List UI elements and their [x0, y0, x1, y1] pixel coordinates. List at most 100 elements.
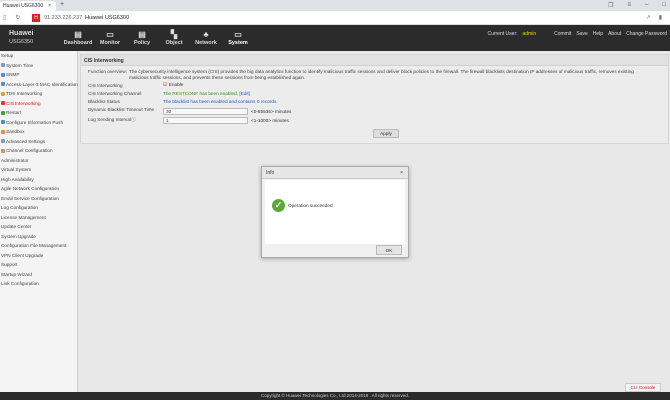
sidebar-item-snmp[interactable]: SNMP	[0, 70, 77, 80]
sidebar-item-channel-configuration[interactable]: Channel Configuration	[0, 146, 77, 156]
sidebar-item-tds-interworking[interactable]: TDS Interworking	[0, 89, 77, 99]
bookmark-icon[interactable]: ▯	[3, 14, 6, 21]
sidebar-item-system-upgrade[interactable]: System Upgrade	[0, 232, 77, 242]
sidebar-item-startup-wizard[interactable]: Startup Wizard	[0, 270, 77, 280]
help-icon[interactable]: ⓘ	[131, 117, 136, 122]
enable-checkbox[interactable]: ☑	[163, 82, 167, 88]
blacklist-status: The blacklist has been enabled and conta…	[163, 99, 278, 104]
sidebar-item-cis-interworking[interactable]: CIS Interworking	[0, 99, 77, 109]
sidebar-item-label: Log Configuration	[1, 205, 39, 210]
about-link[interactable]: About	[608, 31, 621, 37]
timeout-input[interactable]: 30	[163, 108, 248, 115]
sidebar-item-link-configuration[interactable]: Link Configuration	[0, 279, 77, 289]
sidebar-item-administrator[interactable]: Administrator	[0, 156, 77, 166]
sidebar-item-label: System Time	[6, 62, 34, 68]
sidebar-item-label: TDS Interworking	[6, 91, 43, 96]
new-tab-button[interactable]: +	[60, 1, 64, 8]
sidebar-item-label: Support	[1, 262, 18, 267]
nav-system[interactable]: ▭ System	[222, 29, 254, 46]
nav-policy[interactable]: ▤ Policy	[126, 29, 158, 46]
nav-network[interactable]: ♣ Network	[190, 29, 222, 46]
browser-tab-bar: Huawei USG6300 × + ❐ ≡ – □	[0, 0, 670, 11]
tabs-icon[interactable]: ❐	[608, 2, 613, 9]
nav-label: Object	[165, 40, 183, 46]
sidebar-item-virtual-system[interactable]: Virtual System	[0, 165, 77, 175]
sidebar-item-icon	[1, 101, 5, 106]
favicon: H	[32, 14, 40, 22]
sidebar-item-agile-network-configuration[interactable]: Agile Network Configuration	[0, 184, 77, 194]
sidebar-item-system-time[interactable]: System Time	[0, 61, 77, 71]
url-field[interactable]: 91.233.226.237	[44, 15, 82, 21]
sidebar-item-sandbox[interactable]: Sandbox	[0, 127, 77, 137]
save-link[interactable]: Save	[576, 31, 587, 37]
sidebar-item-configuration-file-management[interactable]: Configuration File Management	[0, 241, 77, 251]
close-icon[interactable]: ×	[400, 170, 403, 176]
commit-link[interactable]: Commit	[554, 31, 571, 37]
current-user-label: Current User:	[487, 31, 518, 37]
success-check-icon: ✓	[272, 199, 285, 212]
share-icon[interactable]: ↗	[646, 14, 651, 21]
sidebar-item-update-center[interactable]: Update Center	[0, 222, 77, 232]
close-tab-icon[interactable]: ×	[48, 3, 51, 9]
blacklist-label: Blacklist Status	[88, 99, 120, 104]
dialog-title: Info	[262, 167, 408, 179]
sidebar-item-icon	[1, 110, 5, 115]
sidebar-item-support[interactable]: Support	[0, 260, 77, 270]
sidebar-item-high-availability[interactable]: High Availability	[0, 175, 77, 185]
sidebar-item-log-configuration[interactable]: Log Configuration	[0, 203, 77, 213]
browser-tab[interactable]: Huawei USG6300 ×	[0, 1, 56, 11]
sidebar-item-advanced-settings[interactable]: Advanced Settings	[0, 137, 77, 147]
dialog-message: Operation succeeded.	[288, 203, 334, 208]
page-title: Huawei USG6300	[85, 15, 130, 21]
reload-icon[interactable]: ↻	[15, 14, 20, 21]
minimize-icon[interactable]: –	[645, 2, 648, 9]
menu-icon[interactable]: ≡	[628, 2, 632, 9]
tab-title: Huawei USG6300	[3, 3, 44, 9]
nav-monitor[interactable]: ▭ Monitor	[94, 29, 126, 46]
dashboard-icon: ▤	[74, 30, 82, 39]
nav-label: System	[228, 40, 248, 46]
log-interval-input[interactable]: 1	[163, 117, 248, 124]
sidebar-item-access-layer-3-mac-identification[interactable]: Access-Layer-3 MAC Identification	[0, 80, 78, 90]
sidebar-item-label: System Upgrade	[1, 233, 36, 239]
sidebar-item-license-management[interactable]: License Management	[0, 213, 77, 223]
help-link[interactable]: Help	[593, 31, 603, 37]
sidebar-item-label: Agile Network Configuration	[1, 186, 60, 191]
sidebar-item-label: Virtual System	[1, 167, 32, 172]
sidebar-item-icon	[1, 139, 5, 144]
edit-link[interactable]: [Edit]	[239, 91, 250, 96]
sidebar-item-icon	[1, 72, 5, 77]
info-dialog: Info × ✓ Operation succeeded. OK	[261, 166, 409, 258]
sidebar: Setup System Time SNMP Access-Layer-3 MAC I…	[0, 51, 78, 392]
monitor-icon: ▭	[106, 30, 114, 39]
footer-copyright: Copyright © Huawei Technologies Co., Ltd…	[0, 392, 670, 400]
cli-console-button[interactable]: CLI Console	[625, 383, 661, 392]
overview-label: Function overview:	[88, 69, 128, 74]
change-password-link[interactable]: Change Password	[626, 31, 667, 37]
sidebar-item-icon	[1, 82, 5, 87]
cis-interworking-label: CIS Interworking	[88, 83, 123, 88]
cis-panel: CIS Interworking Function overview: The …	[80, 54, 669, 144]
sidebar-item-label: High Availability	[1, 176, 34, 182]
overview-text: The cybersecurity intelligence system (C…	[129, 69, 634, 80]
device-model: USG6350	[9, 39, 34, 45]
sidebar-item-label: Setup	[1, 53, 14, 58]
sidebar-item-restart[interactable]: Restart	[0, 108, 77, 118]
network-icon: ♣	[203, 30, 209, 39]
nav-object[interactable]: ▚ Object	[158, 29, 190, 46]
sidebar-item-label: License Management	[1, 214, 46, 220]
bookmark-star-icon[interactable]: ▮	[659, 14, 662, 21]
sidebar-item-label: Configuration File Management	[1, 243, 67, 248]
apply-button[interactable]: Apply	[373, 129, 399, 138]
sidebar-item-label: Update Center	[1, 224, 32, 229]
sidebar-item-configure-information-push[interactable]: Configure Information Push	[0, 118, 77, 128]
sidebar-item-vpn-client-upgrade[interactable]: VPN Client Upgrade	[0, 251, 77, 261]
nav-label: Network	[195, 40, 217, 46]
sidebar-item-email-service-configuration[interactable]: Email Service Configuration	[0, 194, 77, 204]
sidebar-item-setup[interactable]: Setup	[0, 51, 77, 61]
maximize-icon[interactable]: □	[662, 2, 666, 9]
nav-dashboard[interactable]: ▤ Dashboard	[62, 29, 94, 46]
sidebar-item-label: Administrator	[1, 157, 29, 163]
ok-button[interactable]: OK	[376, 245, 402, 255]
sidebar-item-label: Access-Layer-3 MAC Identification	[6, 81, 78, 87]
